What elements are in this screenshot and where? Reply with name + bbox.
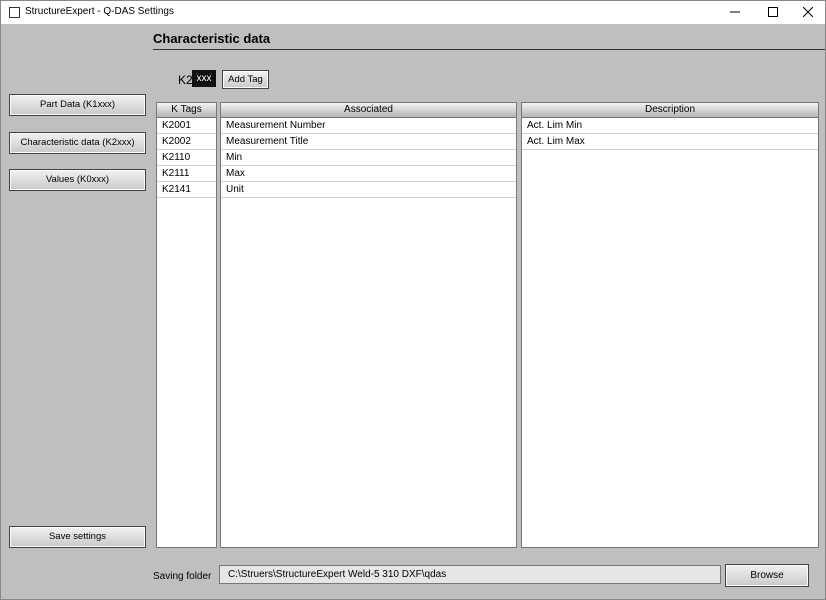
sidebar-item-part-data[interactable]: Part Data (K1xxx) [9, 94, 146, 116]
associated-row[interactable]: Min [221, 150, 516, 166]
ktags-column-header[interactable]: K Tags [157, 103, 216, 118]
maximize-icon [768, 7, 778, 17]
app-window: StructureExpert - Q-DAS Settings Charact… [0, 0, 826, 600]
app-icon [9, 7, 20, 18]
minimize-icon [730, 11, 740, 13]
close-icon [803, 7, 813, 17]
ktag-row[interactable]: K2110 [157, 150, 216, 166]
ktag-row[interactable]: K2001 [157, 118, 216, 134]
associated-row[interactable]: Measurement Title [221, 134, 516, 150]
associated-row[interactable]: Unit [221, 182, 516, 198]
description-row[interactable]: Act. Lim Max [522, 134, 818, 150]
browse-button[interactable]: Browse [725, 564, 809, 587]
description-row[interactable]: Act. Lim Min [522, 118, 818, 134]
associated-column-header[interactable]: Associated [221, 103, 516, 118]
window-title: StructureExpert - Q-DAS Settings [25, 6, 174, 17]
maximize-button[interactable] [755, 1, 791, 24]
minimize-button[interactable] [717, 1, 753, 24]
ktag-input[interactable]: xxx [192, 70, 216, 87]
saving-folder-field[interactable]: C:\Struers\StructureExpert Weld-5 310 DX… [219, 565, 721, 584]
description-column-header[interactable]: Description [522, 103, 818, 118]
ktag-row[interactable]: K2111 [157, 166, 216, 182]
ktags-list[interactable]: K Tags K2001 K2002 K2110 K2111 K2141 [156, 102, 217, 548]
description-list[interactable]: Description Act. Lim Min Act. Lim Max [521, 102, 819, 548]
close-button[interactable] [790, 1, 826, 24]
associated-list[interactable]: Associated Measurement Number Measuremen… [220, 102, 517, 548]
saving-folder-label: Saving folder [153, 571, 212, 582]
title-divider [153, 49, 825, 50]
associated-row[interactable]: Max [221, 166, 516, 182]
ktag-prefix: K2 [178, 73, 193, 87]
associated-row[interactable]: Measurement Number [221, 118, 516, 134]
save-settings-button[interactable]: Save settings [9, 526, 146, 548]
sidebar-item-characteristic-data[interactable]: Characteristic data (K2xxx) [9, 132, 146, 154]
ktag-row[interactable]: K2002 [157, 134, 216, 150]
sidebar-item-values[interactable]: Values (K0xxx) [9, 169, 146, 191]
ktag-row[interactable]: K2141 [157, 182, 216, 198]
add-tag-button[interactable]: Add Tag [222, 70, 269, 89]
title-bar[interactable]: StructureExpert - Q-DAS Settings [1, 1, 825, 24]
page-title: Characteristic data [153, 31, 271, 46]
